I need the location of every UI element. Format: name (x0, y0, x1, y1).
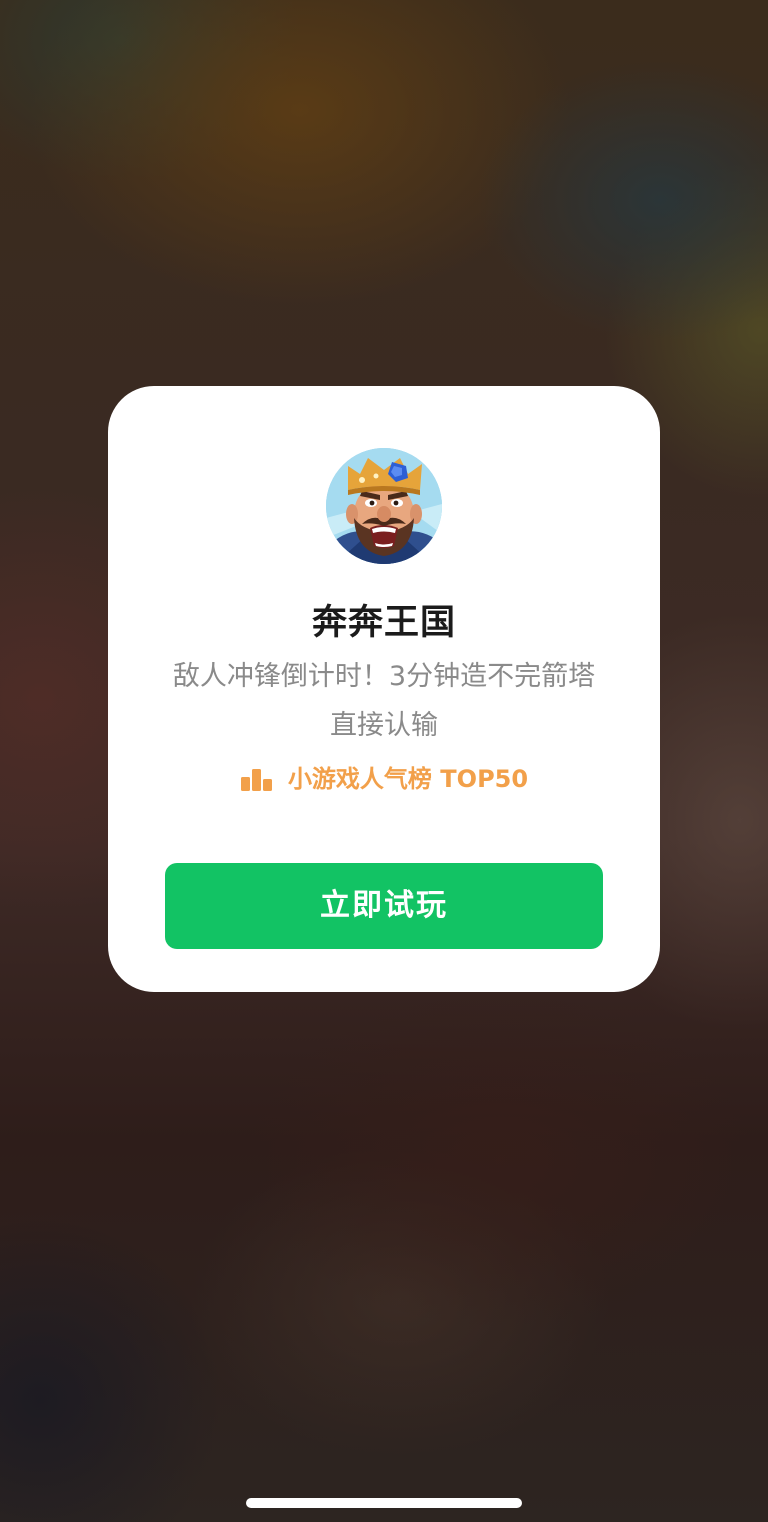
rank-badge: 小游戏人气榜 TOP50 (108, 762, 660, 796)
king-avatar-icon (326, 448, 442, 564)
game-title: 奔奔王国 (311, 603, 456, 643)
game-card: 奔奔王国 敌人冲锋倒计时！3分钟造不完箭塔直接认输 小游戏人气榜 TOP50 立… (108, 386, 660, 992)
play-now-button[interactable]: 立即试玩 (165, 863, 603, 949)
home-indicator[interactable] (246, 1498, 522, 1508)
game-description: 敌人冲锋倒计时！3分钟造不完箭塔直接认输 (172, 661, 596, 741)
bar-chart-icon (240, 766, 274, 791)
rank-label: 小游戏人气榜 TOP50 (287, 765, 529, 793)
blurred-background: 奔奔王国 敌人冲锋倒计时！3分钟造不完箭塔直接认输 小游戏人气榜 TOP50 立… (0, 0, 768, 1522)
